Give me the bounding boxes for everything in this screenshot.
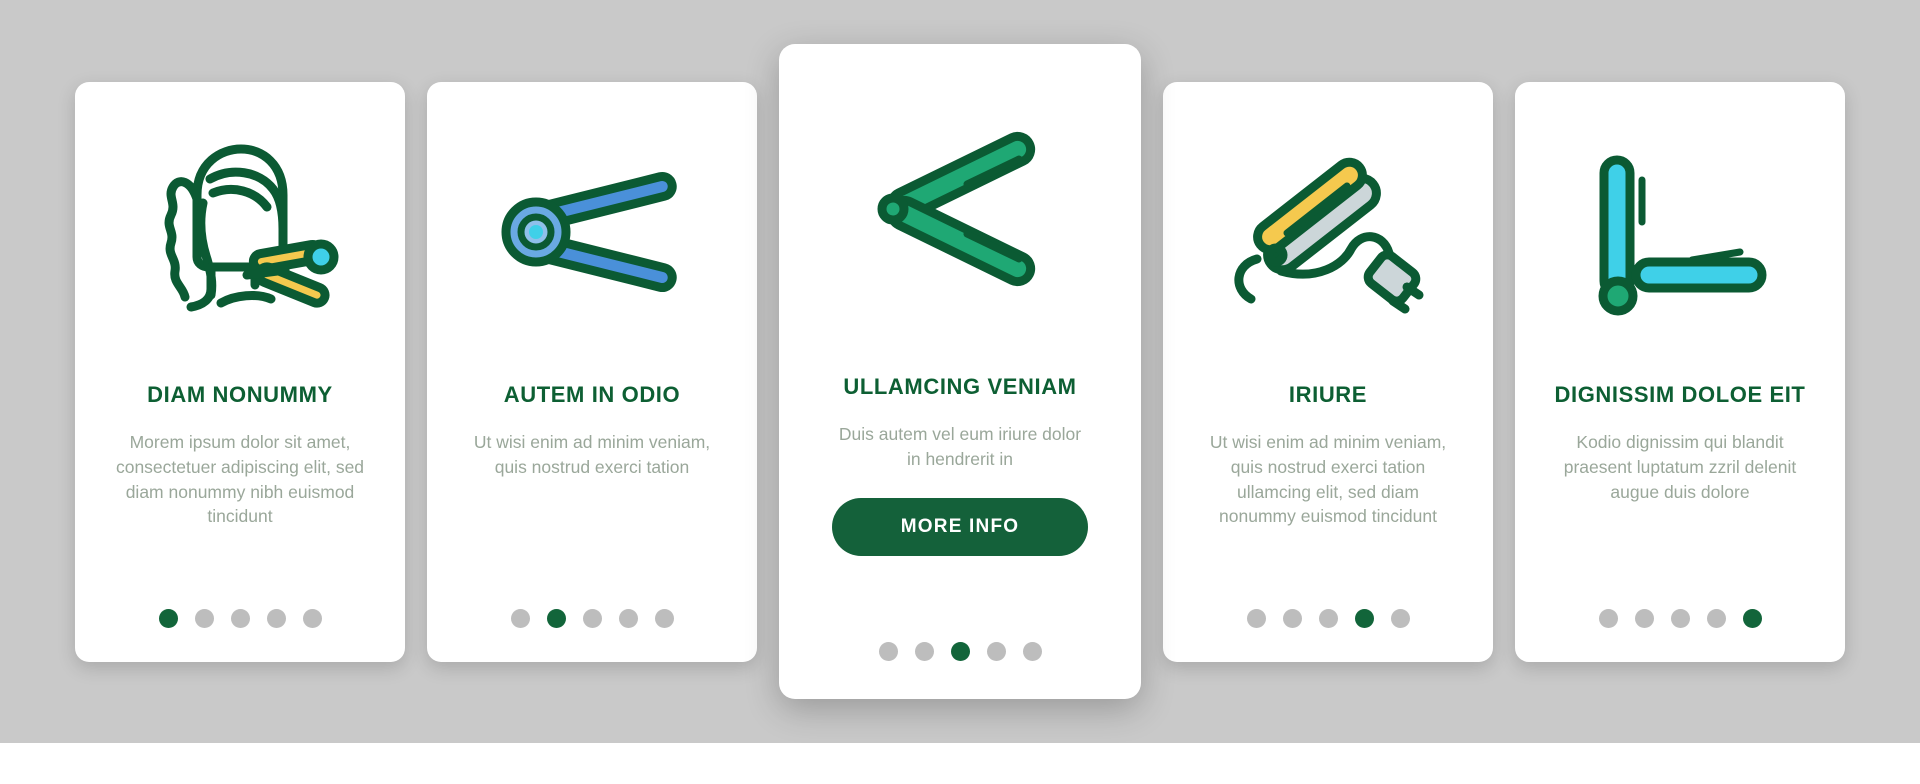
- card-title: DIAM NONUMMY: [147, 381, 333, 407]
- pagination-dot-4[interactable]: [266, 608, 286, 628]
- card-carousel: DIAM NONUMMY Morem ipsum dolor sit amet,…: [0, 0, 1920, 743]
- card-body-text: Kodio dignissim qui blandit praesent lup…: [1563, 431, 1797, 502]
- pagination-dot-2[interactable]: [546, 608, 566, 628]
- pagination-dots[interactable]: [510, 608, 674, 628]
- card-body-text: Duis autem vel eum iriure dolor in hendr…: [838, 424, 1082, 470]
- pagination-dot-5[interactable]: [1742, 608, 1762, 628]
- more-info-button[interactable]: MORE INFO: [832, 498, 1088, 557]
- hair-straightener-head-icon: [93, 82, 387, 382]
- onboarding-card-5[interactable]: DIGNISSIM DOLOE EIT Kodio dignissim qui …: [1515, 81, 1845, 662]
- card-title: IRIURE: [1288, 381, 1368, 407]
- hair-straightener-lshape-cyan-icon: [1533, 82, 1827, 382]
- pagination-dot-5[interactable]: [654, 608, 674, 628]
- onboarding-card-2[interactable]: AUTEM IN ODIO Ut wisi enim ad minim veni…: [427, 81, 757, 662]
- pagination-dot-5[interactable]: [1022, 642, 1042, 661]
- pagination-dots[interactable]: [1246, 608, 1410, 628]
- pagination-dot-1[interactable]: [510, 608, 530, 628]
- pagination-dot-3[interactable]: [1318, 608, 1338, 628]
- pagination-dot-3[interactable]: [1670, 608, 1690, 628]
- pagination-dot-1[interactable]: [1246, 608, 1266, 628]
- pagination-dot-2[interactable]: [1634, 608, 1654, 628]
- hair-straightener-cord-plug-icon: [1181, 82, 1475, 382]
- pagination-dot-1[interactable]: [158, 608, 178, 628]
- card-title: ULLAMCING VENIAM: [843, 374, 1077, 399]
- pagination-dot-2[interactable]: [914, 642, 934, 661]
- pagination-dots[interactable]: [878, 642, 1042, 661]
- card-title: DIGNISSIM DOLOE EIT: [1554, 381, 1806, 407]
- onboarding-card-4[interactable]: IRIURE Ut wisi enim ad minim veniam, qui…: [1163, 81, 1493, 662]
- pagination-dot-4[interactable]: [618, 608, 638, 628]
- card-title: AUTEM IN ODIO: [503, 381, 681, 407]
- pagination-dot-1[interactable]: [878, 642, 898, 661]
- pagination-dot-4[interactable]: [1354, 608, 1374, 628]
- hair-straightener-open-blue-icon: [445, 82, 739, 382]
- card-body-text: Ut wisi enim ad minim veniam, quis nostr…: [1209, 431, 1447, 527]
- pagination-dot-3[interactable]: [582, 608, 602, 628]
- pagination-dot-4[interactable]: [986, 642, 1006, 661]
- card-body-text: Morem ipsum dolor sit amet, consectetuer…: [115, 431, 365, 527]
- pagination-dot-3[interactable]: [950, 642, 970, 661]
- pagination-dot-5[interactable]: [1390, 608, 1410, 628]
- hair-straightener-open-green-icon: [797, 44, 1123, 374]
- pagination-dots[interactable]: [158, 608, 322, 628]
- pagination-dot-1[interactable]: [1598, 608, 1618, 628]
- card-body-text: Ut wisi enim ad minim veniam, quis nostr…: [473, 431, 711, 477]
- pagination-dot-4[interactable]: [1706, 608, 1726, 628]
- pagination-dot-5[interactable]: [302, 608, 322, 628]
- onboarding-card-3-featured[interactable]: ULLAMCING VENIAM Duis autem vel eum iriu…: [779, 44, 1141, 699]
- pagination-dot-2[interactable]: [194, 608, 214, 628]
- bottom-white-strip: [0, 743, 1920, 784]
- onboarding-card-1[interactable]: DIAM NONUMMY Morem ipsum dolor sit amet,…: [75, 81, 405, 662]
- pagination-dot-3[interactable]: [230, 608, 250, 628]
- pagination-dot-2[interactable]: [1282, 608, 1302, 628]
- onboarding-screens-illustration: DIAM NONUMMY Morem ipsum dolor sit amet,…: [0, 0, 1920, 784]
- pagination-dots[interactable]: [1598, 608, 1762, 628]
